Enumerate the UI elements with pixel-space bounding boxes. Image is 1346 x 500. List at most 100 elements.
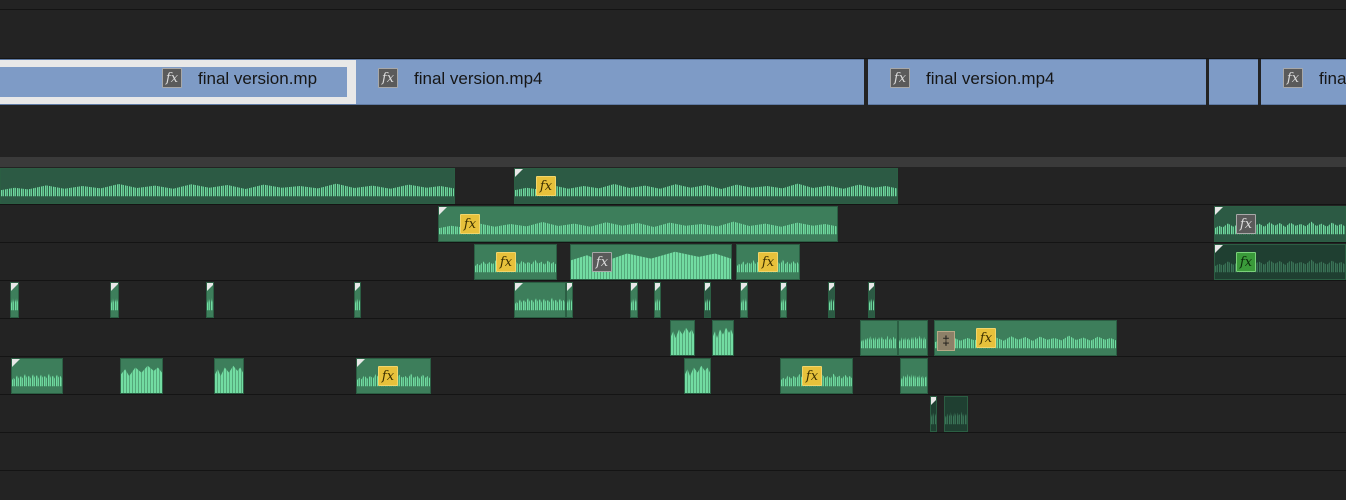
waveform [1215,259,1345,273]
video-clip-selected[interactable]: fx final version.mp [0,59,356,105]
audio-clip[interactable] [120,358,163,394]
audio-clip[interactable] [704,282,711,318]
track-divider [0,470,1346,471]
audio-clip[interactable]: fx [780,358,853,394]
audio-clip[interactable] [670,320,695,356]
fx-icon[interactable]: fx [1283,68,1303,88]
track-divider [0,432,1346,433]
clip-start-marker [515,169,523,177]
fx-icon[interactable]: fx [976,328,996,348]
fx-icon[interactable]: fx [460,214,480,234]
video-audio-divider[interactable] [0,157,1346,167]
fx-icon[interactable]: fx [758,252,778,272]
waveform [901,373,927,387]
audio-clip[interactable]: fx [736,244,800,280]
audio-clip-disabled[interactable]: fx [1214,244,1346,280]
clip-start-marker [705,283,710,291]
audio-clip[interactable] [11,358,63,394]
audio-clip[interactable] [900,358,928,394]
clip-start-marker [12,359,20,367]
clip-start-marker [869,283,874,291]
audio-clip[interactable] [898,320,928,356]
fx-icon[interactable]: fx [536,176,556,196]
audio-clip[interactable]: fx [514,168,898,204]
audio-clip[interactable] [514,282,566,318]
waveform [899,335,927,349]
waveform [935,335,1116,349]
audio-clip[interactable] [206,282,214,318]
fx-icon[interactable]: fx [802,366,822,386]
waveform [671,327,694,355]
audio-clip[interactable] [354,282,361,318]
audio-clip[interactable] [0,168,455,204]
waveform [215,365,243,393]
audio-clip[interactable] [944,396,968,432]
video-clip[interactable]: fx fina [1261,59,1346,105]
video-clip[interactable] [1209,59,1258,105]
clip-start-marker [515,283,523,291]
clip-start-marker [781,283,786,291]
waveform [685,365,710,393]
fx-icon[interactable]: fx [890,68,910,88]
audio-clip[interactable] [630,282,638,318]
audio-clip[interactable] [654,282,661,318]
audio-clip[interactable]: fx [570,244,732,280]
waveform [861,335,897,349]
audio-clip[interactable] [712,320,734,356]
audio-clip[interactable] [566,282,573,318]
clip-name: final version.mp4 [414,69,543,88]
fx-icon[interactable]: fx [162,68,182,88]
audio-clip[interactable] [10,282,19,318]
audio-clip[interactable] [868,282,875,318]
fx-icon[interactable]: fx [496,252,516,272]
audio-clip[interactable] [780,282,787,318]
waveform [515,183,897,197]
audio-clip[interactable]: fx [356,358,431,394]
clip-start-marker [741,283,747,291]
clip-start-marker [567,283,572,291]
video-clip[interactable]: fx final version.mp4 [868,59,1206,105]
clip-start-marker [1215,207,1223,215]
clip-name: final version.mp [198,69,318,88]
fx-icon[interactable]: fx [378,68,398,88]
clip-start-marker [829,283,834,291]
fx-icon[interactable]: fx [1236,252,1256,272]
waveform [121,365,162,393]
audio-clip[interactable] [110,282,119,318]
waveform [945,411,967,425]
audio-clip[interactable] [860,320,898,356]
waveform [1215,221,1345,235]
video-track: fx final version.mp fx final version.mp4… [0,59,1346,109]
audio-clip[interactable]: fx [474,244,557,280]
clip-start-marker [631,283,637,291]
audio-clip[interactable] [930,396,937,432]
audio-clip[interactable]: fx [1214,206,1346,242]
track-divider [0,318,1346,319]
clip-start-marker [355,283,360,291]
clip-start-marker [931,397,936,405]
clip-start-marker [111,283,118,291]
audio-clip[interactable]: ‡ fx [934,320,1117,356]
audio-clip[interactable] [740,282,748,318]
waveform [1,183,454,197]
audio-clip[interactable]: fx [438,206,838,242]
track-divider [0,242,1346,243]
track-divider [0,394,1346,395]
video-clip[interactable]: fx final version.mp4 [356,59,864,105]
waveform [439,221,837,235]
clip-start-marker [11,283,18,291]
transition-icon[interactable]: ‡ [937,331,955,351]
audio-clip[interactable] [214,358,244,394]
audio-clip[interactable] [828,282,835,318]
clip-start-marker [655,283,660,291]
fx-icon[interactable]: fx [592,252,612,272]
fx-icon[interactable]: fx [378,366,398,386]
track-divider [0,280,1346,281]
track-divider [0,9,1346,10]
audio-clip[interactable] [684,358,711,394]
waveform [713,327,733,355]
clip-start-marker [357,359,365,367]
clip-name: final version.mp4 [926,69,1055,88]
fx-icon[interactable]: fx [1236,214,1256,234]
clip-start-marker [207,283,213,291]
